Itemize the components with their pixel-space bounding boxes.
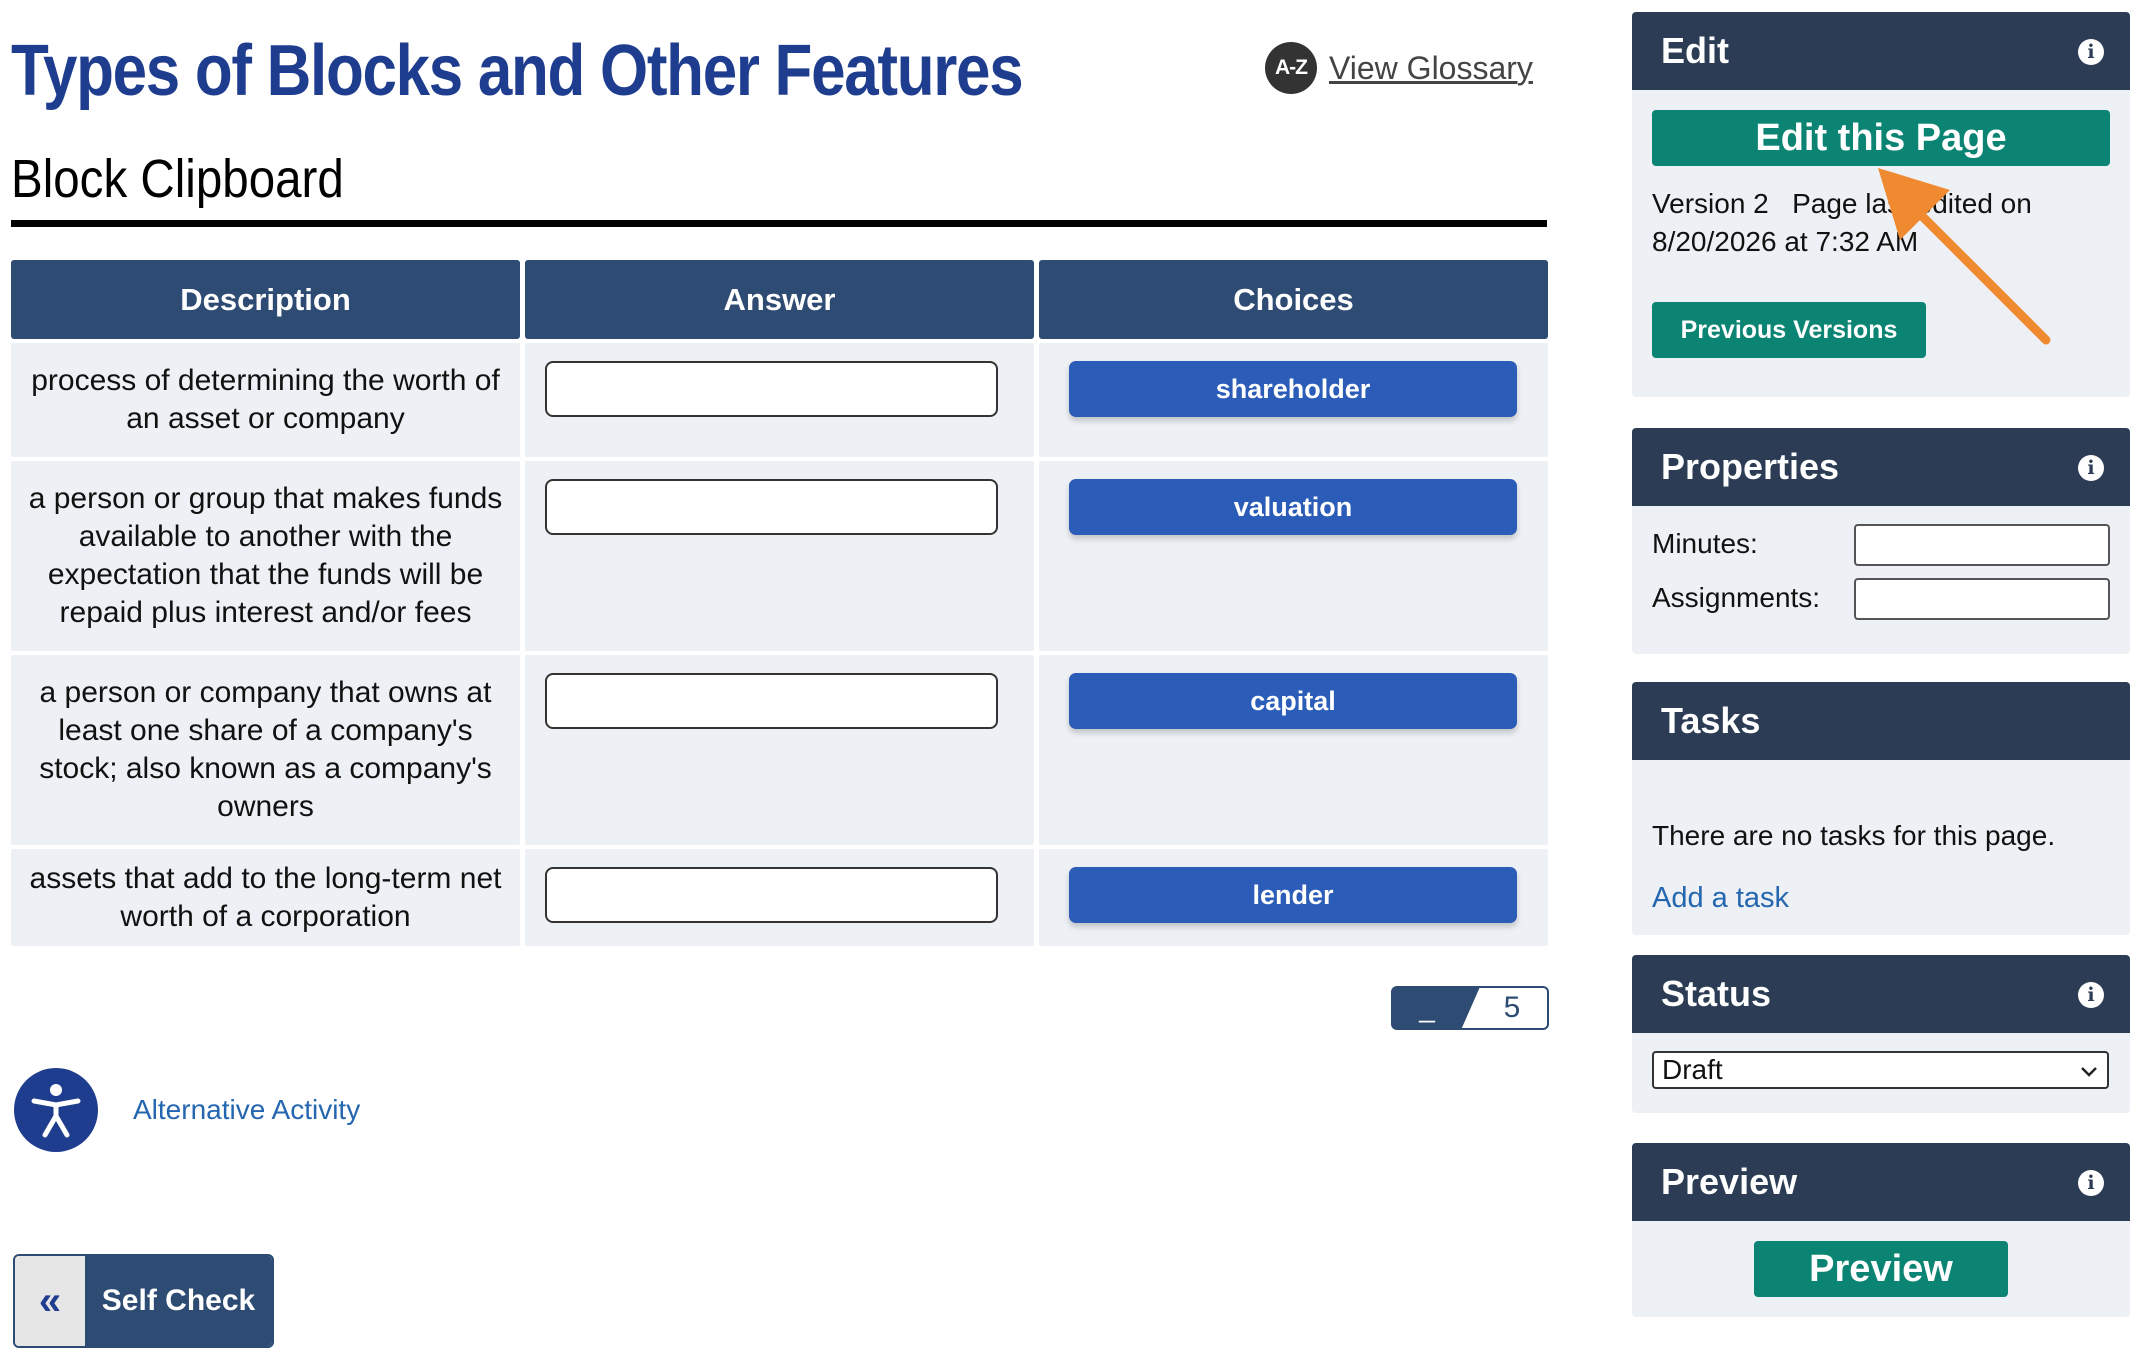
- preview-panel: Preview i Preview: [1632, 1143, 2130, 1317]
- info-icon[interactable]: i: [2078, 1170, 2104, 1196]
- info-icon[interactable]: i: [2078, 455, 2104, 481]
- page-title: Types of Blocks and Other Features: [11, 31, 1024, 111]
- choice-block[interactable]: shareholder: [1069, 361, 1517, 417]
- edit-this-page-button[interactable]: Edit this Page: [1652, 110, 2110, 166]
- minutes-label: Minutes:: [1652, 528, 1758, 559]
- double-chevron-left-icon: «: [15, 1256, 85, 1346]
- preview-panel-title: Preview: [1661, 1161, 1798, 1202]
- view-glossary-link[interactable]: View Glossary: [1329, 50, 1533, 87]
- answer-cell: [525, 849, 1034, 946]
- description-cell: a person or company that owns at least o…: [11, 655, 520, 845]
- info-icon[interactable]: i: [2078, 39, 2104, 65]
- main-content: Types of Blocks and Other Features A-Z V…: [11, 0, 1549, 1370]
- choice-cell: capital: [1039, 655, 1548, 845]
- description-cell: process of determining the worth of an a…: [11, 343, 520, 457]
- chevron-down-icon: [2081, 1067, 2097, 1077]
- choice-cell: shareholder: [1039, 343, 1548, 457]
- column-header-answer: Answer: [525, 260, 1034, 339]
- assignments-input[interactable]: [1854, 578, 2110, 620]
- status-panel: Status i Draft: [1632, 955, 2130, 1113]
- answer-cell: [525, 655, 1034, 845]
- choice-cell: lender: [1039, 849, 1548, 946]
- answer-drop-zone[interactable]: [545, 479, 998, 535]
- previous-versions-button[interactable]: Previous Versions: [1652, 302, 1926, 358]
- assignments-label: Assignments:: [1652, 582, 1821, 613]
- description-cell: a person or group that makes funds avail…: [11, 461, 520, 651]
- status-select[interactable]: Draft: [1652, 1051, 2109, 1089]
- progress-counter: _ 5: [1391, 986, 1549, 1030]
- info-icon[interactable]: i: [2078, 982, 2104, 1008]
- minutes-input[interactable]: [1854, 524, 2110, 566]
- preview-button[interactable]: Preview: [1754, 1241, 2008, 1297]
- version-label: Version 2 Page last edited on: [1652, 188, 2032, 220]
- edit-panel-header: Edit i: [1632, 12, 2130, 90]
- tasks-panel: Tasks There are no tasks for this page. …: [1632, 682, 2130, 935]
- edit-panel-title: Edit: [1661, 30, 1729, 71]
- column-header-description: Description: [11, 260, 520, 339]
- block-clipboard-table: Description Answer Choices process of de…: [11, 260, 1548, 946]
- tasks-panel-header: Tasks: [1632, 682, 2130, 760]
- last-edited-text: Page last edited on: [1792, 188, 2032, 219]
- column-header-choices: Choices: [1039, 260, 1548, 339]
- choice-cell: valuation: [1039, 461, 1548, 651]
- choice-block[interactable]: lender: [1069, 867, 1517, 923]
- answer-drop-zone[interactable]: [545, 361, 998, 417]
- add-task-link[interactable]: Add a task: [1652, 882, 1789, 915]
- choice-block[interactable]: capital: [1069, 673, 1517, 729]
- answer-drop-zone[interactable]: [545, 673, 998, 729]
- status-selected-value: Draft: [1662, 1054, 1723, 1085]
- edit-panel: Edit i Edit this Page Version 2 Page las…: [1632, 12, 2130, 397]
- glossary-az-icon: A-Z: [1265, 42, 1317, 94]
- tasks-panel-title: Tasks: [1661, 700, 1761, 741]
- answer-cell: [525, 343, 1034, 457]
- properties-panel-title: Properties: [1661, 446, 1840, 487]
- answer-cell: [525, 461, 1034, 651]
- properties-panel-header: Properties i: [1632, 428, 2130, 506]
- properties-panel: Properties i Minutes: Assignments:: [1632, 428, 2130, 654]
- self-check-label: Self Check: [85, 1256, 272, 1346]
- last-edited-date: 8/20/2026 at 7:32 AM: [1652, 226, 1919, 257]
- section-divider: [11, 220, 1547, 227]
- version-number: Version 2: [1652, 188, 1769, 219]
- description-cell: assets that add to the long-term net wor…: [11, 849, 520, 946]
- self-check-button[interactable]: « Self Check: [13, 1254, 274, 1348]
- preview-panel-header: Preview i: [1632, 1143, 2130, 1221]
- alternative-activity-link[interactable]: Alternative Activity: [133, 1094, 360, 1126]
- status-panel-header: Status i: [1632, 955, 2130, 1033]
- choice-block[interactable]: valuation: [1069, 479, 1517, 535]
- section-title: Block Clipboard: [11, 149, 344, 209]
- no-tasks-text: There are no tasks for this page.: [1652, 820, 2056, 851]
- accessibility-icon[interactable]: [14, 1068, 98, 1152]
- answer-drop-zone[interactable]: [545, 867, 998, 923]
- status-panel-title: Status: [1661, 973, 1772, 1014]
- glossary: A-Z View Glossary: [1265, 42, 1533, 94]
